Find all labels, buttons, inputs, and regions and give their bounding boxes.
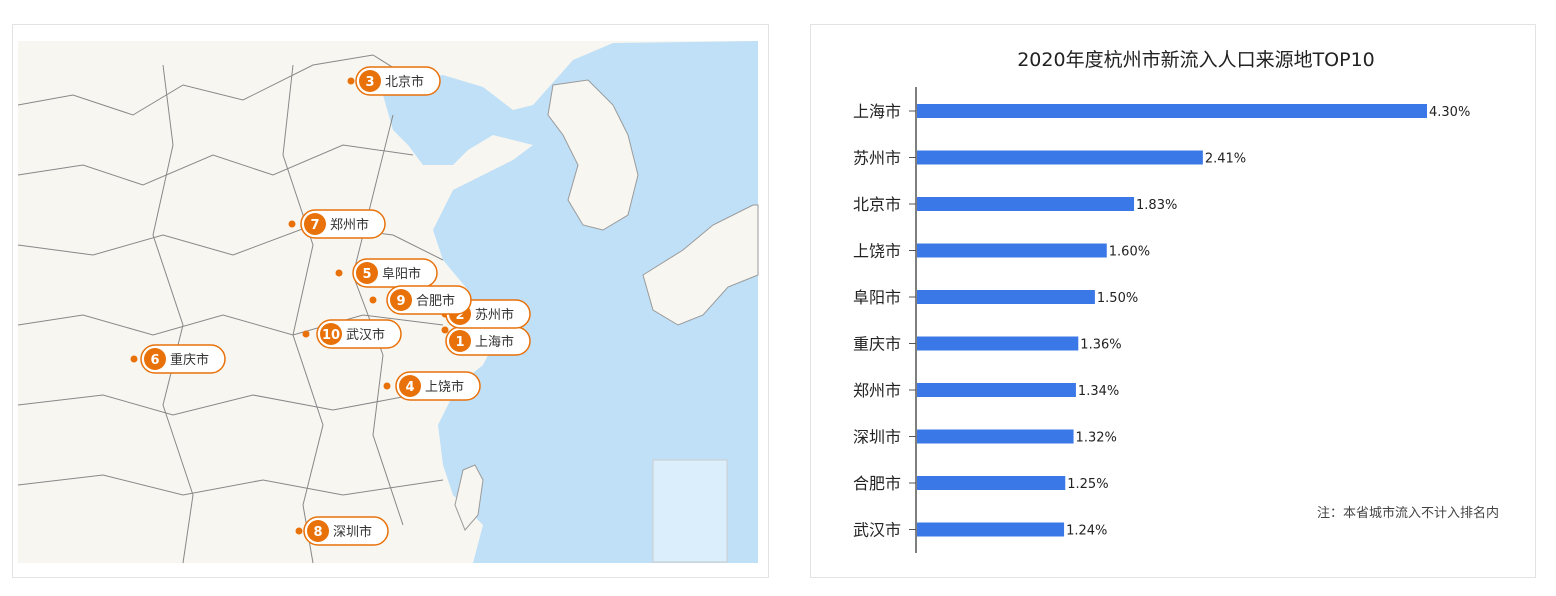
bar bbox=[917, 476, 1066, 490]
rank-number: 4 bbox=[405, 380, 414, 395]
city-name: 重庆市 bbox=[170, 352, 209, 368]
category-label: 北京市 bbox=[853, 195, 901, 214]
bar bbox=[917, 290, 1095, 304]
city-name: 阜阳市 bbox=[382, 266, 421, 282]
value-label: 1.34% bbox=[1078, 384, 1119, 399]
category-label: 阜阳市 bbox=[853, 288, 901, 307]
city-name: 深圳市 bbox=[333, 524, 372, 540]
bar bbox=[917, 336, 1079, 351]
category-label: 上海市 bbox=[853, 102, 901, 121]
map-panel: 1 上海市 2 苏州市 3 北京市 4 上饶市 5 阜阳市 6 重庆市 7 郑州市 8 深圳市 9 合肥市 10 武汉… bbox=[12, 24, 769, 578]
bar bbox=[917, 243, 1107, 258]
value-label: 4.30% bbox=[1429, 105, 1470, 120]
china-east-map: 1 上海市2 苏州市3 北京市4 上饶市5 阜阳市6 重庆市7 郑州市8 深圳市9 合肥市10 武汉… bbox=[17, 41, 759, 564]
city-name: 北京市 bbox=[385, 74, 424, 90]
city-marker[interactable]: 6 重庆市 bbox=[130, 344, 226, 374]
rank-number: 6 bbox=[150, 353, 159, 368]
chart-note: 注：本省城市流入不计入排名内 bbox=[1317, 505, 1499, 521]
bar bbox=[917, 104, 1427, 118]
location-dot bbox=[347, 77, 355, 85]
rank-number: 9 bbox=[396, 294, 405, 309]
city-name: 合肥市 bbox=[416, 293, 455, 309]
category-label: 上饶市 bbox=[853, 242, 901, 261]
city-marker[interactable]: 1 上海市 bbox=[441, 326, 531, 356]
value-label: 1.25% bbox=[1067, 477, 1108, 492]
city-name: 武汉市 bbox=[346, 327, 385, 343]
category-label: 苏州市 bbox=[853, 149, 901, 168]
chart-title: 2020年度杭州市新流入人口来源地TOP10 bbox=[1017, 49, 1375, 71]
rank-number: 5 bbox=[362, 267, 371, 282]
bar bbox=[917, 150, 1203, 165]
category-label: 武汉市 bbox=[853, 521, 901, 540]
city-name: 上海市 bbox=[475, 334, 514, 350]
south-china-sea-inset bbox=[652, 459, 728, 563]
location-dot bbox=[130, 355, 138, 363]
bar bbox=[917, 522, 1065, 537]
category-label: 深圳市 bbox=[853, 428, 901, 447]
bar bbox=[917, 383, 1076, 397]
location-dot bbox=[302, 330, 310, 338]
bar bbox=[917, 429, 1074, 444]
city-marker[interactable]: 8 深圳市 bbox=[295, 516, 389, 546]
chart-panel: 2020年度杭州市新流入人口来源地TOP10 上海市 4.30% 苏州市 2.41% 北… bbox=[810, 24, 1536, 578]
rank-number: 3 bbox=[365, 75, 374, 90]
location-dot bbox=[369, 296, 377, 304]
bars-layer: 上海市 4.30% 苏州市 2.41% 北京市 1.83% 上饶市 1.60% 阜阳市 1.50%… bbox=[853, 102, 1470, 540]
location-dot bbox=[295, 527, 303, 535]
value-label: 2.41% bbox=[1205, 152, 1246, 167]
city-name: 苏州市 bbox=[475, 307, 514, 323]
value-label: 1.83% bbox=[1136, 198, 1177, 213]
rank-number: 7 bbox=[310, 218, 319, 233]
value-label: 1.60% bbox=[1109, 245, 1150, 260]
value-label: 1.32% bbox=[1076, 431, 1117, 446]
bar-chart: 2020年度杭州市新流入人口来源地TOP10 上海市 4.30% 苏州市 2.41% 北… bbox=[853, 49, 1499, 553]
city-name: 郑州市 bbox=[330, 217, 369, 233]
rank-number: 10 bbox=[322, 328, 340, 343]
location-dot bbox=[441, 326, 449, 334]
value-label: 1.36% bbox=[1080, 338, 1121, 353]
value-label: 1.50% bbox=[1097, 291, 1138, 306]
category-label: 重庆市 bbox=[853, 335, 901, 354]
rank-number: 1 bbox=[455, 335, 464, 350]
city-name: 上饶市 bbox=[425, 379, 464, 395]
location-dot bbox=[335, 269, 343, 277]
category-label: 合肥市 bbox=[853, 474, 901, 493]
city-marker[interactable]: 3 北京市 bbox=[347, 66, 441, 96]
value-label: 1.24% bbox=[1066, 524, 1107, 539]
rank-number: 8 bbox=[313, 525, 322, 540]
location-dot bbox=[383, 382, 391, 390]
category-label: 郑州市 bbox=[853, 381, 901, 400]
bar bbox=[917, 197, 1135, 211]
location-dot bbox=[288, 220, 296, 228]
